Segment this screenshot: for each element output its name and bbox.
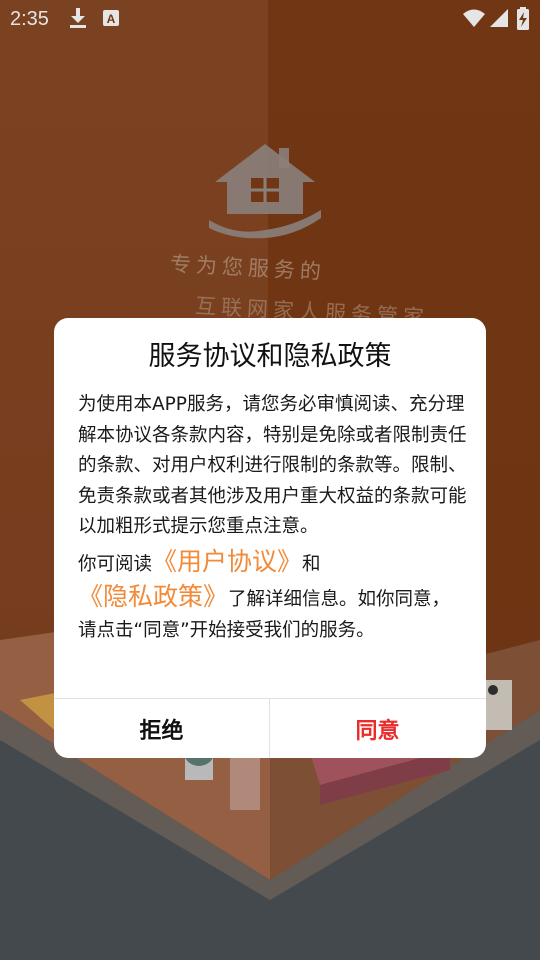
- dialog-paragraph-1: 为使用本APP服务，请您务必审慎阅读、充分理解本协议各条款内容，特别是免除或者限…: [78, 394, 467, 537]
- dialog-paragraph-2: 你可阅读《用户协议》和《隐私政策》了解详细信息。如你同意，请点击“同意”开始接受…: [78, 545, 468, 647]
- dialog-body: 为使用本APP服务，请您务必审慎阅读、充分理解本协议各条款内容，特别是免除或者限…: [78, 390, 468, 646]
- privacy-dialog: 服务协议和隐私政策 为使用本APP服务，请您务必审慎阅读、充分理解本协议各条款内…: [54, 318, 486, 758]
- dialog-title: 服务协议和隐私政策: [148, 341, 392, 372]
- paragraph-2-prefix: 你可阅读: [78, 553, 153, 575]
- app-screen: 专为您服务的 互联网家人服务管家 2:35 A 服务协议和隐私政策 为使用本AP…: [0, 0, 540, 960]
- agree-button[interactable]: 同意: [270, 699, 485, 758]
- reject-button[interactable]: 拒绝: [54, 699, 269, 758]
- paragraph-2-and: 和: [302, 553, 321, 575]
- user-agreement-link[interactable]: 《用户协议》: [152, 547, 302, 576]
- privacy-policy-link[interactable]: 《隐私政策》: [78, 582, 228, 611]
